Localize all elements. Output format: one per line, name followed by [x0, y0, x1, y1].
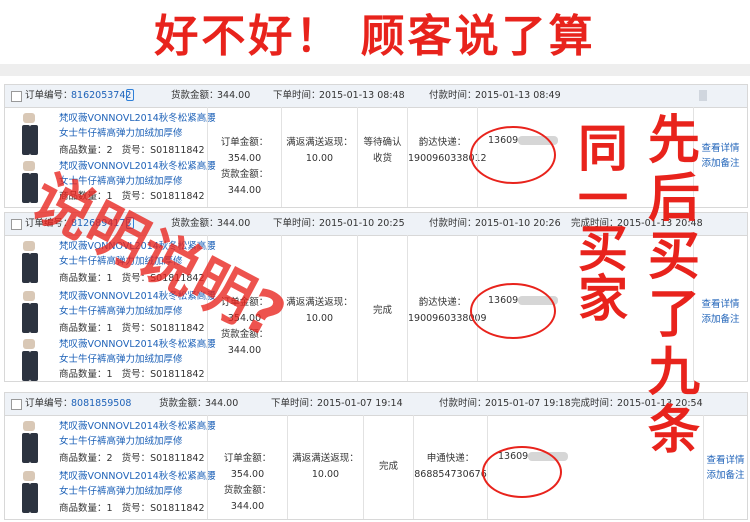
view-details-link[interactable]: 查看详情	[694, 141, 747, 156]
highlight-circle	[470, 126, 556, 184]
goods-amount-value: 344.00	[205, 398, 239, 409]
add-note-link[interactable]: 添加备注	[704, 468, 747, 483]
order-card: 订单编号： 8081859508 货款金额： 344.00 下单时间： 2015…	[4, 392, 748, 520]
pay-time-value: 2015-01-07 19:18	[485, 398, 571, 409]
express-column: 申通快递： 868854730676	[413, 415, 487, 519]
order-number[interactable]: 8081859508	[71, 393, 131, 415]
view-details-link[interactable]: 查看详情	[704, 453, 747, 468]
done-time-label: 完成时间：	[571, 398, 619, 409]
status-column: 完成	[357, 235, 407, 381]
product-list: 梵叹薇VONNOVL2014秋冬松紧高腰女士牛仔裤高弹力加绒加厚修 商品数量：2…	[11, 417, 216, 517]
status-column: 等待确认 收货	[357, 107, 407, 207]
add-note-link[interactable]: 添加备注	[694, 312, 747, 327]
highlight-circle	[482, 446, 562, 498]
order-time-value: 2015-01-07 19:14	[317, 398, 403, 409]
product-thumbnail[interactable]	[11, 469, 47, 513]
order-time-label: 下单时间：	[271, 398, 319, 409]
annotation-column: 先后买了九条	[648, 111, 701, 461]
product-meta: 商品数量：1 货号：S01811842	[59, 369, 205, 380]
order-checkbox[interactable]	[11, 399, 22, 410]
cashback-column: 满返满送返现： 10.00	[287, 415, 363, 519]
goods-amount-value: 344.00	[217, 90, 251, 101]
goods-amount-label: 货款金额：	[159, 398, 207, 409]
order-time-value: 2015-01-10 20:25	[319, 218, 405, 229]
product-meta: 商品数量：1 货号：S01811842	[59, 503, 205, 514]
view-details-link[interactable]: 查看详情	[694, 297, 747, 312]
highlight-circle	[470, 283, 556, 339]
action-column: 查看详情 添加备注	[703, 415, 747, 519]
bookmark-icon[interactable]	[699, 90, 707, 101]
mobile-icon	[126, 89, 134, 101]
status-column: 完成	[363, 415, 413, 519]
product-meta: 商品数量：2 货号：S01811842	[59, 453, 205, 464]
cashback-column: 满返满送返现： 10.00	[281, 235, 357, 381]
divider	[0, 64, 750, 76]
order-number[interactable]: 8162053742	[71, 85, 131, 107]
product-meta: 商品数量：2 货号：S01811842	[59, 145, 205, 156]
product-thumbnail[interactable]	[11, 289, 47, 333]
action-column: 查看详情 添加备注	[693, 235, 747, 381]
product-title-link[interactable]: 梵叹薇VONNOVL2014秋冬松紧高腰女士牛仔裤高弹力加绒加厚修	[59, 337, 219, 367]
pay-time-value: 2015-01-10 20:26	[475, 218, 561, 229]
amount-column: 订单金额：354.00 货款金额：344.00	[207, 415, 287, 519]
order-time-label: 下单时间：	[273, 218, 321, 229]
order-time-label: 下单时间：	[273, 90, 321, 101]
order-header: 订单编号： 8081859508 货款金额： 344.00 下单时间： 2015…	[5, 393, 747, 416]
order-time-value: 2015-01-13 08:48	[319, 90, 405, 101]
pay-time-label: 付款时间：	[439, 398, 487, 409]
order-no-label: 订单编号：	[25, 398, 73, 409]
pay-time-label: 付款时间：	[429, 218, 477, 229]
product-title-link[interactable]: 梵叹薇VONNOVL2014秋冬松紧高腰女士牛仔裤高弹力加绒加厚修	[59, 419, 219, 449]
product-thumbnail[interactable]	[11, 111, 47, 155]
order-no-label: 订单编号：	[25, 90, 73, 101]
product-thumbnail[interactable]	[11, 337, 47, 381]
product-meta: 商品数量：1 货号：S01811842	[59, 323, 205, 334]
action-column: 查看详情 添加备注	[693, 107, 747, 207]
amount-column: 订单金额：354.00 货款金额：344.00	[207, 107, 281, 207]
goods-amount-value: 344.00	[217, 218, 251, 229]
order-checkbox[interactable]	[11, 91, 22, 102]
product-thumbnail[interactable]	[11, 419, 47, 463]
pay-time-label: 付款时间：	[429, 90, 477, 101]
express-column: 韵达快递： 1900960338009	[407, 235, 487, 381]
order-header: 订单编号： 8162053742 货款金额： 344.00 下单时间： 2015…	[5, 85, 747, 108]
banner-title: 好不好！ 顾客说了算	[154, 11, 596, 62]
annotation-column: 同一买家	[578, 120, 628, 328]
goods-amount-label: 货款金额：	[171, 90, 219, 101]
promo-banner: 好不好！ 顾客说了算	[0, 0, 750, 64]
product-title-link[interactable]: 梵叹薇VONNOVL2014秋冬松紧高腰女士牛仔裤高弹力加绒加厚修	[59, 111, 219, 141]
product-title-link[interactable]: 梵叹薇VONNOVL2014秋冬松紧高腰女士牛仔裤高弹力加绒加厚修	[59, 469, 219, 499]
pay-time-value: 2015-01-13 08:49	[475, 90, 561, 101]
express-column: 韵达快递： 1900960338012	[407, 107, 487, 207]
add-note-link[interactable]: 添加备注	[694, 156, 747, 171]
product-thumbnail[interactable]	[11, 239, 47, 283]
cashback-column: 满返满送返现： 10.00	[281, 107, 357, 207]
